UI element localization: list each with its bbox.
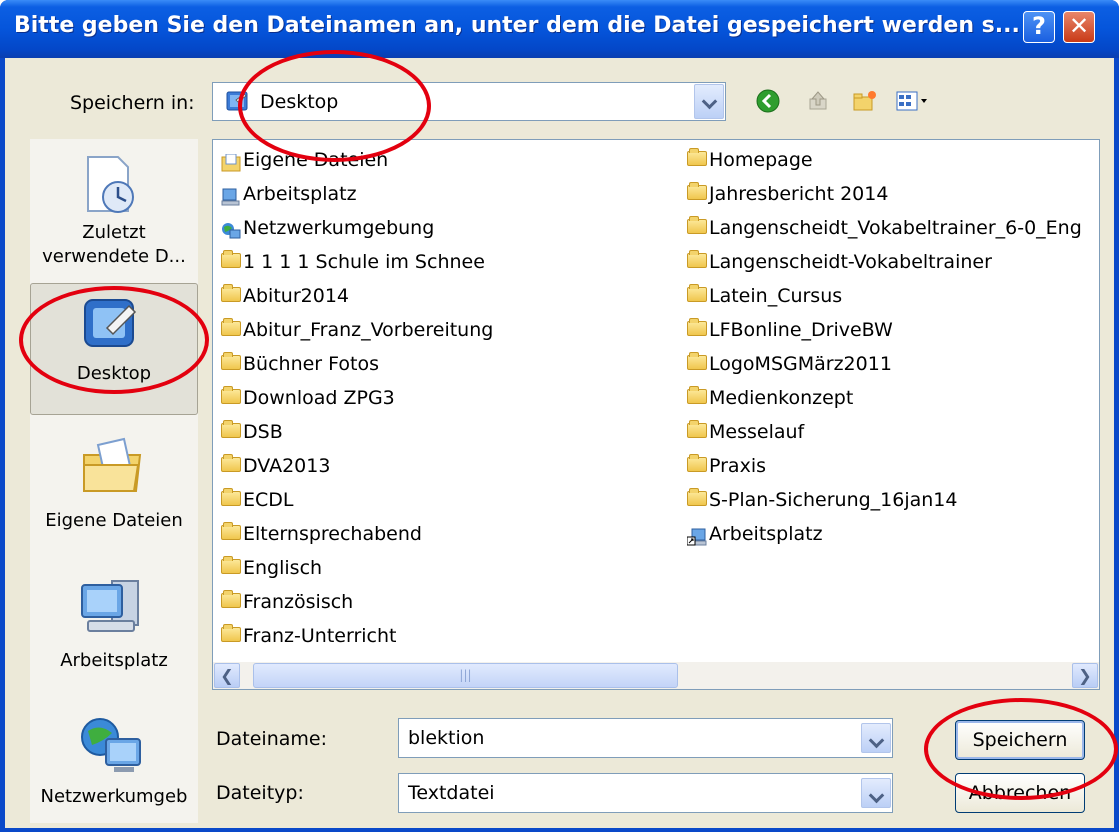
list-item-label: Download ZPG3	[243, 387, 395, 409]
place-label: Zuletzt verwendete D...	[42, 222, 186, 267]
list-item-label: Netzwerkumgebung	[243, 217, 435, 239]
chevron-down-icon[interactable]	[861, 778, 891, 808]
folder-icon	[687, 182, 707, 200]
close-button[interactable]: ✕	[1063, 11, 1095, 43]
place-label: Netzwerkumgeb	[40, 786, 188, 807]
places-bar: Zuletzt verwendete D... Desktop Eigene D…	[30, 139, 198, 823]
folder-icon	[687, 250, 707, 268]
up-folder-icon[interactable]	[806, 89, 830, 118]
folder-icon	[221, 318, 241, 336]
cancel-button[interactable]: Abbrechen	[955, 773, 1085, 813]
folder-icon	[221, 386, 241, 404]
list-item-label: Langenscheidt_Vokabeltrainer_6-0_Eng	[709, 217, 1082, 239]
list-item-label: Büchner Fotos	[243, 353, 379, 375]
scroll-right-icon[interactable]: ❯	[1072, 663, 1098, 688]
save-in-label: Speichern in:	[70, 92, 195, 114]
folder-icon	[687, 352, 707, 370]
list-item-label: Abitur2014	[243, 285, 349, 307]
folder-icon	[221, 352, 241, 370]
folder-icon	[687, 488, 707, 506]
desktop-icon	[226, 91, 250, 118]
filetype-value: Textdatei	[408, 782, 495, 804]
dialog-title: Bitte geben Sie den Dateinamen an, unter…	[14, 13, 1020, 38]
folder-icon	[687, 318, 707, 336]
folder-icon	[687, 216, 707, 234]
folder-icon	[221, 624, 241, 642]
view-menu-icon[interactable]	[895, 89, 931, 118]
list-item-label: ECDL	[243, 489, 294, 511]
network-icon	[221, 219, 241, 249]
list-item-label: Franz-Unterricht	[243, 625, 397, 647]
folder-icon	[687, 454, 707, 472]
folder-icon	[221, 522, 241, 540]
folder-icon	[221, 420, 241, 438]
place-label: Desktop	[76, 363, 152, 384]
list-item-label: Elternsprechabend	[243, 523, 422, 545]
list-item-label: Englisch	[243, 557, 323, 579]
place-network[interactable]: Netzwerkumgeb	[30, 701, 198, 823]
list-item-label: 1 1 1 1 Schule im Schnee	[243, 251, 485, 273]
place-recent[interactable]: Zuletzt verwendete D...	[30, 139, 198, 279]
horizontal-scrollbar[interactable]: ❮ ||| ❯	[213, 662, 1099, 689]
list-item-label: Medienkonzept	[709, 387, 854, 409]
network-places-icon	[78, 715, 144, 780]
list-item-label: Arbeitsplatz	[709, 523, 823, 545]
folder-icon	[221, 284, 241, 302]
list-item-label: Messelauf	[709, 421, 805, 443]
save-in-dropdown[interactable]: Desktop	[212, 82, 726, 121]
folder-icon	[687, 284, 707, 302]
list-item-label: Eigene Dateien	[243, 149, 389, 171]
list-item-label: LogoMSGMärz2011	[709, 353, 892, 375]
save-button[interactable]: Speichern	[955, 720, 1085, 760]
chevron-down-icon[interactable]	[861, 723, 891, 753]
filename-label: Dateiname:	[216, 728, 327, 750]
list-item-label: Langenscheidt-Vokabeltrainer	[709, 251, 992, 273]
list-item-label: Jahresbericht 2014	[709, 183, 889, 205]
my-computer-shortcut-icon	[686, 525, 707, 555]
list-item-label: Praxis	[709, 455, 766, 477]
filetype-select[interactable]: Textdatei	[398, 773, 893, 813]
folder-icon	[221, 454, 241, 472]
place-desktop[interactable]: Desktop	[30, 283, 198, 415]
folder-icon	[687, 386, 707, 404]
my-computer-icon	[78, 575, 144, 644]
save-in-value: Desktop	[260, 91, 339, 113]
place-my-documents[interactable]: Eigene Dateien	[30, 421, 198, 555]
my-documents-icon	[80, 435, 144, 500]
list-item-label: Abitur_Franz_Vorbereitung	[243, 319, 494, 341]
list-item-label: LFBonline_DriveBW	[709, 319, 893, 341]
file-list[interactable]: Eigene Dateien Arbeitsplatz Netzwerkumge…	[212, 139, 1100, 690]
list-item-label: S-Plan-Sicherung_16jan14	[709, 489, 958, 511]
list-item-label: Latein_Cursus	[709, 285, 843, 307]
list-item-label: Homepage	[709, 149, 813, 171]
filename-field[interactable]: blektion	[398, 718, 893, 758]
filename-value: blektion	[408, 727, 485, 749]
list-item-label: Französisch	[243, 591, 354, 613]
list-item-label: Arbeitsplatz	[243, 183, 357, 205]
place-my-computer[interactable]: Arbeitsplatz	[30, 561, 198, 695]
desktop-icon	[81, 296, 141, 361]
scrollbar-thumb[interactable]: |||	[253, 663, 678, 688]
folder-icon	[221, 488, 241, 506]
folder-icon	[221, 590, 241, 608]
chevron-down-icon[interactable]	[694, 84, 724, 119]
list-item-label: DVA2013	[243, 455, 331, 477]
list-item-label: DSB	[243, 421, 283, 443]
new-folder-icon[interactable]	[852, 89, 878, 118]
folder-icon	[221, 556, 241, 574]
title-bar[interactable]: Bitte geben Sie den Dateinamen an, unter…	[0, 0, 1119, 58]
folder-icon	[687, 420, 707, 438]
my-documents-icon	[221, 151, 241, 181]
folder-icon	[687, 148, 707, 166]
scroll-left-icon[interactable]: ❮	[214, 663, 240, 688]
folder-icon	[221, 250, 241, 268]
help-button[interactable]: ?	[1023, 11, 1055, 43]
back-icon[interactable]	[756, 89, 780, 118]
place-label: Eigene Dateien	[45, 510, 183, 531]
place-label: Arbeitsplatz	[60, 650, 168, 671]
my-computer-icon	[221, 185, 241, 215]
filetype-label: Dateityp:	[216, 782, 304, 804]
recent-documents-icon	[78, 153, 142, 222]
